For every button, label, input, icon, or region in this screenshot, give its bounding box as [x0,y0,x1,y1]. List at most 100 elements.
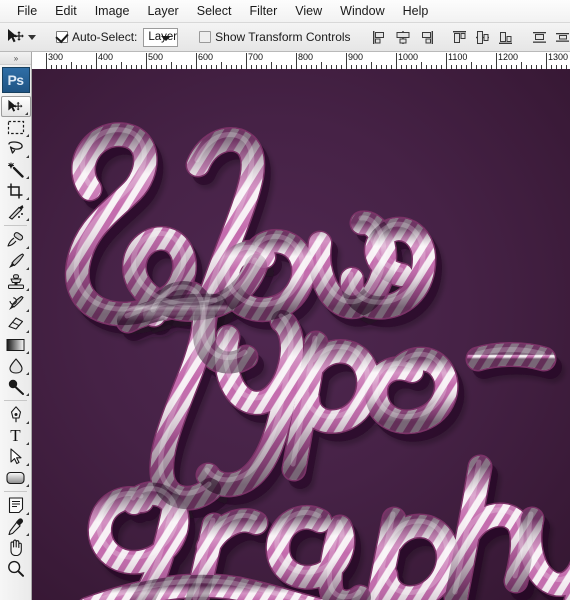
tool-blur[interactable] [1,355,31,376]
tools-divider-1 [4,225,27,226]
eyedropper-tool-icon [7,518,23,535]
eraser-tool-icon [8,317,24,330]
tool-gradient[interactable] [1,334,31,355]
clone-stamp-tool-icon [7,273,24,289]
menu-layer[interactable]: Layer [138,1,187,21]
tool-flyout-corner-icon [25,442,29,445]
distribute-top-edges-button[interactable] [531,28,549,46]
tool-flyout-corner-icon [25,267,29,270]
menu-image[interactable]: Image [86,1,139,21]
brush-tool-icon [8,252,24,268]
tool-notes[interactable] [1,495,31,516]
tool-flyout-corner-icon [25,533,29,536]
tool-pen[interactable] [1,404,31,425]
tool-preset-chevron-down-icon[interactable] [28,34,36,40]
tool-shape[interactable] [1,467,31,488]
tools-divider-2 [4,400,27,401]
ruler-label: 900 [348,52,364,62]
ruler-tick-minor [371,62,372,69]
photoshop-logo: Ps [1,67,30,93]
tool-flyout-corner-icon [25,176,29,179]
tool-dodge[interactable] [1,376,31,397]
ruler-tick-minor [471,62,472,69]
tool-flyout-corner-icon [25,309,29,312]
options-bar: Auto-Select: Layer Show Transform Contro… [0,23,570,52]
menu-filter[interactable]: Filter [240,1,286,21]
tool-flyout-corner-icon [25,393,29,396]
tool-history-brush[interactable] [1,292,31,313]
menu-select[interactable]: Select [188,1,241,21]
menu-file[interactable]: File [8,1,46,21]
pen-tool-icon [10,406,21,423]
artwork-candy-typography [32,69,570,600]
tool-hand[interactable] [1,537,31,558]
align-left-edges-button[interactable] [371,28,389,46]
tool-type[interactable]: T [1,425,31,446]
tool-clone-stamp[interactable] [1,271,31,292]
tool-flyout-corner-icon [25,330,29,333]
tool-flyout-corner-icon [25,134,29,137]
tool-marquee[interactable] [1,117,31,138]
align-horizontal-center-button[interactable] [394,28,412,46]
tool-eyedropper[interactable] [1,516,31,537]
ruler-tick-major [196,53,197,69]
ruler-tick-major [446,53,447,69]
ruler-tick-minor [221,62,222,69]
align-bottom-edges-icon [498,31,512,44]
ruler-tick-major [146,53,147,69]
tool-healing-brush[interactable] [1,229,31,250]
ruler-tick-minor [171,62,172,69]
tool-move[interactable] [0,96,31,117]
ruler-label: 1300 [548,52,569,62]
auto-select-label: Auto-Select: [72,30,138,44]
chevron-down-icon [161,35,172,41]
ruler-label: 1000 [398,52,419,62]
photoshop-logo-text: Ps [7,72,24,88]
lasso-tool-icon [7,140,23,154]
tool-flyout-corner-icon [25,351,29,354]
tool-flyout-corner-icon [25,155,29,158]
menu-help[interactable]: Help [394,1,438,21]
tool-zoom[interactable] [1,558,31,579]
horizontal-ruler[interactable]: 300 400 500 600 700 800 900 1000 1100 1200 1300 [32,52,570,70]
align-left-edges-icon [372,30,384,44]
menu-window[interactable]: Window [331,1,393,21]
auto-select-target-dropdown[interactable]: Layer [143,27,179,47]
ruler-label: 400 [98,52,114,62]
note-tool-icon [8,497,23,514]
align-right-edges-button[interactable] [417,28,435,46]
align-vertical-center-button[interactable] [474,28,492,46]
show-transform-controls-checkbox[interactable] [199,31,212,43]
tools-panel-collapse-button[interactable]: » [0,52,31,65]
tool-path-selection[interactable] [1,446,31,467]
tool-lasso[interactable] [1,138,31,159]
tool-flyout-corner-icon [25,421,29,424]
distribute-vertical-center-button[interactable] [554,28,570,46]
tool-slice[interactable] [1,201,31,222]
hand-tool-icon [10,539,22,556]
align-horizontal-center-icon [396,30,410,44]
ruler-tick-minor [321,62,322,69]
menu-view[interactable]: View [286,1,331,21]
align-top-edges-button[interactable] [451,28,469,46]
tool-flyout-corner-icon [25,463,29,466]
tool-magic-wand[interactable] [1,159,31,180]
dodge-tool-icon [8,379,24,395]
show-transform-controls-label: Show Transform Controls [215,30,351,44]
align-bottom-edges-button[interactable] [497,28,515,46]
ruler-label: 700 [248,52,264,62]
tool-eraser[interactable] [1,313,31,334]
auto-select-checkbox[interactable] [56,31,68,43]
active-tool-preview[interactable] [6,25,26,49]
tool-crop[interactable] [1,180,31,201]
tool-flyout-corner-icon [25,512,29,515]
ruler-label: 1100 [448,52,468,62]
rounded-rectangle-tool-icon [6,471,25,484]
ruler-tick-major [346,53,347,69]
tool-brush[interactable] [1,250,31,271]
double-chevron-icon: » [13,53,19,63]
menu-edit[interactable]: Edit [46,1,86,21]
ruler-label: 500 [148,52,164,62]
document-canvas[interactable] [32,69,570,600]
magic-wand-tool-icon [7,161,24,178]
